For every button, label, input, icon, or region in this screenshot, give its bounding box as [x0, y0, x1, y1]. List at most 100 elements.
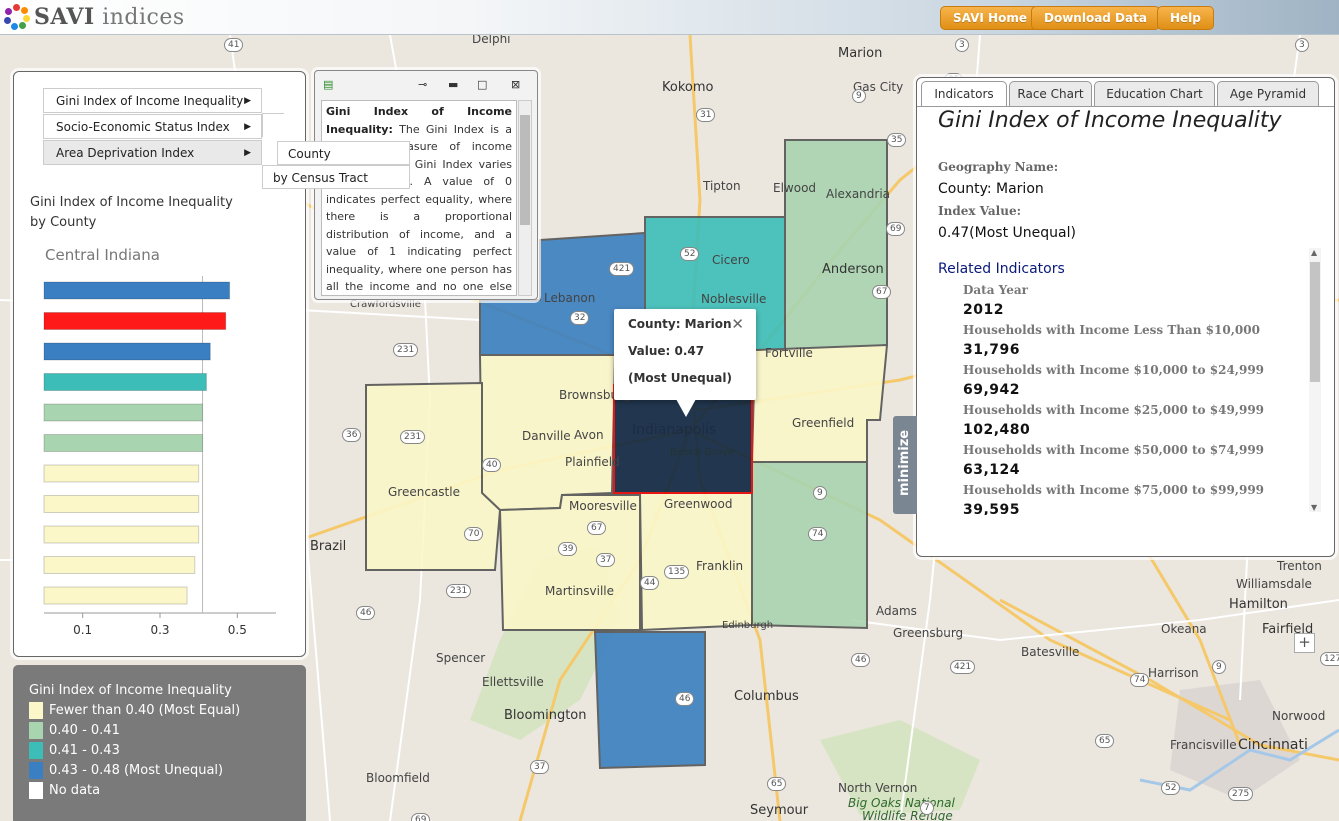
info-window-scrollbar[interactable] — [518, 100, 532, 296]
related-label: Households with Income $75,000 to $99,99… — [963, 483, 1265, 497]
x-tick-label: 0.3 — [150, 623, 169, 637]
chart-bar[interactable] — [43, 373, 207, 391]
chart-bar[interactable] — [43, 434, 204, 452]
county-shelby[interactable] — [751, 461, 868, 630]
map-label-brazil: Brazil — [310, 539, 347, 554]
map-label-mooresville: Mooresville — [569, 499, 637, 513]
map-label-greenwood: Greenwood — [664, 497, 733, 511]
map-label-bloomington: Bloomington — [504, 708, 587, 723]
chart-bar[interactable] — [43, 556, 196, 574]
maximize-icon[interactable]: □ — [477, 78, 487, 91]
index-value-label: Index Value: — [938, 204, 1022, 218]
chart-bar[interactable] — [43, 342, 211, 361]
savi-logo[interactable]: SAVI indices — [4, 4, 185, 30]
tab-indicators[interactable]: Indicators — [921, 81, 1007, 107]
chart-bar[interactable] — [43, 312, 227, 330]
related-value: 39,595 — [963, 502, 1021, 515]
map-label-adams: Adams — [876, 604, 917, 618]
chart-bar[interactable] — [43, 403, 204, 422]
legend-swatch — [29, 721, 43, 739]
chart-title-line2: by County — [30, 215, 97, 230]
map-label-columbus: Columbus — [734, 689, 799, 704]
scroll-thumb[interactable] — [520, 115, 530, 225]
tab-age-pyramid[interactable]: Age Pyramid — [1217, 81, 1319, 106]
highway-shield: 31 — [696, 108, 716, 122]
chevron-right-icon: ▶ — [244, 148, 251, 158]
info-window-text: Gini Index of Income Inequality: The Gin… — [321, 100, 517, 296]
chart-bar[interactable] — [43, 495, 200, 513]
county-putnam[interactable] — [365, 381, 502, 571]
map-label-delphi: Delphi — [472, 35, 511, 46]
legend-swatch — [29, 741, 43, 759]
pin-icon[interactable]: ⊸ — [418, 78, 427, 91]
detail-scrollbar[interactable]: ▲ ▼ — [1309, 248, 1321, 512]
geography-label: Geography Name: — [938, 160, 1059, 174]
highway-shield: 231 — [400, 430, 426, 444]
chevron-right-icon: ▶ — [244, 122, 251, 132]
map-label-elwood: Elwood — [773, 181, 817, 195]
related-label: Households with Income Less Than $10,000 — [963, 323, 1260, 337]
highway-shield: 127 — [1320, 652, 1339, 666]
scroll-up-icon[interactable]: ▲ — [1311, 248, 1317, 257]
county-tooltip: County: Marion Value: 0.47 (Most Unequal… — [614, 309, 756, 400]
tab-divider — [917, 106, 1334, 107]
highway-shield: 70 — [464, 527, 484, 541]
map-label-tipton: Tipton — [703, 179, 741, 193]
map-label-franklin: Franklin — [696, 559, 744, 573]
info-window-toolbar: ▤ ⊸ ▬ □ ⊠ — [315, 71, 537, 99]
map-label-norwood: Norwood — [1272, 709, 1326, 723]
scroll-down-icon[interactable]: ▼ — [1311, 503, 1317, 512]
map-label-beech-grove: Beech Grove — [670, 447, 735, 458]
zoom-in-button[interactable]: + — [1294, 633, 1315, 653]
highway-shield: 275 — [1228, 787, 1254, 801]
map-label-okeana: Okeana — [1161, 622, 1207, 636]
map-label-bloomfield: Bloomfield — [366, 771, 430, 785]
legend-entry: 0.40 - 0.41 — [29, 720, 290, 740]
menu-item-gini[interactable]: Gini Index of Income Inequality ▶ — [43, 88, 262, 113]
chart-bar[interactable] — [43, 586, 188, 605]
tooltip-value: Value: 0.47 — [628, 344, 705, 358]
menu-item-area-deprivation[interactable]: Area Deprivation Index ▶ — [43, 140, 262, 165]
minimize-button[interactable]: minimize — [893, 416, 917, 514]
map-label-batesville: Batesville — [1021, 645, 1080, 659]
chart-bar[interactable] — [43, 464, 200, 483]
scroll-thumb[interactable] — [1310, 262, 1320, 382]
chart-region-title: Central Indiana — [45, 246, 160, 264]
minimize-icon[interactable]: ▬ — [448, 78, 458, 91]
submenu-edge — [262, 113, 284, 137]
download-data-button[interactable]: Download Data — [1031, 6, 1160, 30]
close-icon[interactable]: ⊠ — [511, 78, 520, 91]
savi-home-button[interactable]: SAVI Home — [940, 6, 1040, 30]
submenu-item-census-tract[interactable]: by Census Tract — [262, 165, 410, 189]
map-label-williamsdale: Williamsdale — [1236, 577, 1312, 591]
tab-race-chart[interactable]: Race Chart — [1009, 81, 1092, 106]
map-label-lebanon: Lebanon — [544, 291, 596, 305]
highway-shield: 46 — [851, 653, 871, 667]
map-label-fortville: Fortville — [765, 346, 813, 360]
related-label: Data Year — [963, 283, 1028, 297]
map-label-cicero: Cicero — [712, 253, 750, 267]
chart-bar[interactable] — [43, 281, 231, 300]
highway-shield: 67 — [872, 285, 892, 299]
chevron-right-icon: ▶ — [244, 96, 251, 106]
indicator-title: Gini Index of Income Inequality — [938, 108, 1282, 133]
indicator-detail-panel: Indicators Race Chart Education Chart Ag… — [916, 77, 1335, 557]
close-icon[interactable]: ✕ — [731, 315, 744, 333]
county-madison[interactable] — [784, 139, 888, 357]
county-hancock[interactable] — [750, 343, 889, 463]
legend-entry: 0.43 - 0.48 (Most Unequal) — [29, 760, 290, 780]
help-button[interactable]: Help — [1157, 6, 1214, 30]
highway-shield: 52 — [1161, 781, 1181, 795]
menu-item-socio-economic[interactable]: Socio-Economic Status Index ▶ — [43, 114, 262, 139]
related-label: Households with Income $10,000 to $24,99… — [963, 363, 1265, 377]
tab-education-chart[interactable]: Education Chart — [1094, 81, 1215, 106]
app-header: SAVI indices SAVI Home Download Data Hel… — [0, 0, 1339, 35]
highway-shield: 69 — [886, 222, 906, 236]
map-label-ellettsville: Ellettsville — [482, 675, 544, 689]
highway-shield: 65 — [767, 777, 787, 791]
related-value: 69,942 — [963, 382, 1021, 398]
county-morgan[interactable] — [498, 494, 641, 631]
related-indicators-list: Data Year 2012 Households with Income Le… — [963, 280, 1308, 515]
submenu-item-county[interactable]: County — [277, 141, 410, 165]
chart-bar[interactable] — [43, 525, 200, 544]
